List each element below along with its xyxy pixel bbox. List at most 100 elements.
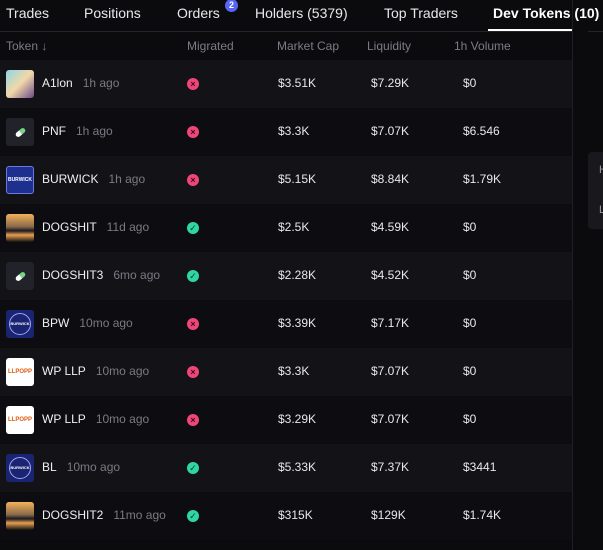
token-symbol: PNF xyxy=(42,124,66,138)
token-age: 10mo ago xyxy=(66,460,121,474)
tab-bar: Trades Positions Orders 2 Holders (5379)… xyxy=(0,0,599,32)
table-row[interactable]: LLPOPP WP LLP 10mo ago × $3.3K $7.07K $0 xyxy=(0,348,572,396)
table-row[interactable]: LLPOPP WP LLP 10mo ago × $3.29K $7.07K $0 xyxy=(0,396,572,444)
token-name[interactable]: WP LLP 10mo ago xyxy=(42,364,149,378)
orders-count-badge: 2 xyxy=(225,0,238,12)
token-name[interactable]: PNF 1h ago xyxy=(42,124,113,138)
market-cap-value: $5.15K xyxy=(278,172,317,186)
market-cap-value: $2.5K xyxy=(278,220,310,234)
liquidity-value: $7.07K xyxy=(371,124,410,138)
table-row[interactable]: DOGSHIT2 11mo ago ✓ $315K $129K $1.74K xyxy=(0,492,572,540)
pill-icon xyxy=(14,127,27,138)
token-avatar: LLPOPP xyxy=(6,406,34,434)
liquidity-value: $129K xyxy=(371,508,406,522)
table-row[interactable]: BURWICK BPW 10mo ago × $3.39K $7.17K $0 xyxy=(0,300,572,348)
liquidity-value: $7.17K xyxy=(371,316,410,330)
migrated-check-icon: ✓ xyxy=(187,270,199,282)
token-name[interactable]: DOGSHIT2 11mo ago xyxy=(42,508,166,522)
table-row[interactable]: DOGSHIT 11d ago ✓ $2.5K $4.59K $0 xyxy=(0,204,572,252)
table-row[interactable]: BURWICK BL 10mo ago ✓ $5.33K $7.37K $3441 xyxy=(0,444,572,492)
token-age: 10mo ago xyxy=(95,412,150,426)
token-avatar: LLPOPP xyxy=(6,358,34,386)
token-symbol: WP LLP xyxy=(42,412,86,426)
token-symbol: BPW xyxy=(42,316,70,330)
liquidity-value: $4.59K xyxy=(371,220,410,234)
tab-dev-tokens[interactable]: Dev Tokens (10) xyxy=(493,5,599,21)
tab-holders[interactable]: Holders (5379) xyxy=(255,5,348,21)
table-row[interactable]: PNF 1h ago × $3.3K $7.07K $6.546 xyxy=(0,108,572,156)
side-panel-line-1: H xyxy=(599,164,603,176)
liquidity-value: $7.07K xyxy=(371,412,410,426)
not-migrated-x-icon: × xyxy=(187,318,199,330)
token-symbol: A1lon xyxy=(42,76,73,90)
market-cap-value: $3.3K xyxy=(278,364,310,378)
token-symbol: DOGSHIT2 xyxy=(42,508,104,522)
not-migrated-x-icon: × xyxy=(187,174,199,186)
avatar-ring: BURWICK xyxy=(9,457,31,479)
tab-trades[interactable]: Trades xyxy=(6,5,49,21)
volume-value: $0 xyxy=(463,316,477,330)
column-liquidity: Liquidity xyxy=(367,39,412,53)
table-row[interactable]: A1lon 1h ago × $3.51K $7.29K $0 xyxy=(0,60,572,108)
token-name[interactable]: BL 10mo ago xyxy=(42,460,120,474)
token-name[interactable]: BPW 10mo ago xyxy=(42,316,133,330)
token-age: 11mo ago xyxy=(113,508,166,522)
token-age: 10mo ago xyxy=(95,364,150,378)
column-migrated: Migrated xyxy=(187,39,234,53)
token-symbol: DOGSHIT3 xyxy=(42,268,104,282)
liquidity-value: $7.29K xyxy=(371,76,410,90)
volume-value: $0 xyxy=(463,220,477,234)
token-age: 1h ago xyxy=(108,172,146,186)
token-name[interactable]: A1lon 1h ago xyxy=(42,76,119,90)
column-market-cap: Market Cap xyxy=(277,39,340,53)
avatar-ring: BURWICK xyxy=(9,313,31,335)
panel-divider xyxy=(572,0,573,550)
tab-top-traders[interactable]: Top Traders xyxy=(384,5,458,21)
market-cap-value: $3.29K xyxy=(278,412,317,426)
liquidity-value: $7.07K xyxy=(371,364,410,378)
token-avatar: BURWICK xyxy=(6,166,34,194)
token-avatar xyxy=(6,502,34,530)
not-migrated-x-icon: × xyxy=(187,126,199,138)
token-name[interactable]: DOGSHIT3 6mo ago xyxy=(42,268,160,282)
token-age: 1h ago xyxy=(82,76,120,90)
volume-value: $1.79K xyxy=(463,172,502,186)
pill-icon xyxy=(14,271,27,282)
token-avatar xyxy=(6,118,34,146)
table-row[interactable]: DOGSHIT3 6mo ago ✓ $2.28K $4.52K $0 xyxy=(0,252,572,300)
market-cap-value: $3.39K xyxy=(278,316,317,330)
dev-tokens-table: A1lon 1h ago × $3.51K $7.29K $0 PNF 1h ago × $3.3… xyxy=(0,60,572,540)
migrated-check-icon: ✓ xyxy=(187,222,199,234)
not-migrated-x-icon: × xyxy=(187,366,199,378)
tab-orders[interactable]: Orders xyxy=(177,5,220,21)
volume-value: $1.74K xyxy=(463,508,502,522)
token-avatar: BURWICK xyxy=(6,454,34,482)
token-avatar: BURWICK xyxy=(6,310,34,338)
column-token-sort[interactable]: Token ↓ xyxy=(6,39,47,53)
liquidity-value: $4.52K xyxy=(371,268,410,282)
token-name[interactable]: WP LLP 10mo ago xyxy=(42,412,149,426)
token-symbol: BL xyxy=(42,460,57,474)
table-row[interactable]: BURWICK BURWICK 1h ago × $5.15K $8.84K $1.79K xyxy=(0,156,572,204)
side-panel-header xyxy=(588,0,603,32)
market-cap-value: $3.3K xyxy=(278,124,310,138)
token-age: 1h ago xyxy=(76,124,113,138)
token-symbol: WP LLP xyxy=(42,364,86,378)
token-symbol: BURWICK xyxy=(42,172,99,186)
volume-value: $0 xyxy=(463,76,477,90)
token-avatar xyxy=(6,70,34,98)
not-migrated-x-icon: × xyxy=(187,414,199,426)
token-name[interactable]: DOGSHIT 11d ago xyxy=(42,220,149,234)
tab-positions[interactable]: Positions xyxy=(84,5,141,21)
market-cap-value: $2.28K xyxy=(278,268,317,282)
migrated-check-icon: ✓ xyxy=(187,510,199,522)
volume-value: $6.546 xyxy=(463,124,500,138)
token-age: 10mo ago xyxy=(79,316,133,330)
volume-value: $0 xyxy=(463,412,477,426)
table-header: Token ↓ Migrated Market Cap Liquidity 1h… xyxy=(0,32,572,58)
active-tab-indicator xyxy=(488,29,572,31)
market-cap-value: $315K xyxy=(278,508,313,522)
liquidity-value: $7.37K xyxy=(371,460,410,474)
migrated-check-icon: ✓ xyxy=(187,462,199,474)
token-name[interactable]: BURWICK 1h ago xyxy=(42,172,145,186)
